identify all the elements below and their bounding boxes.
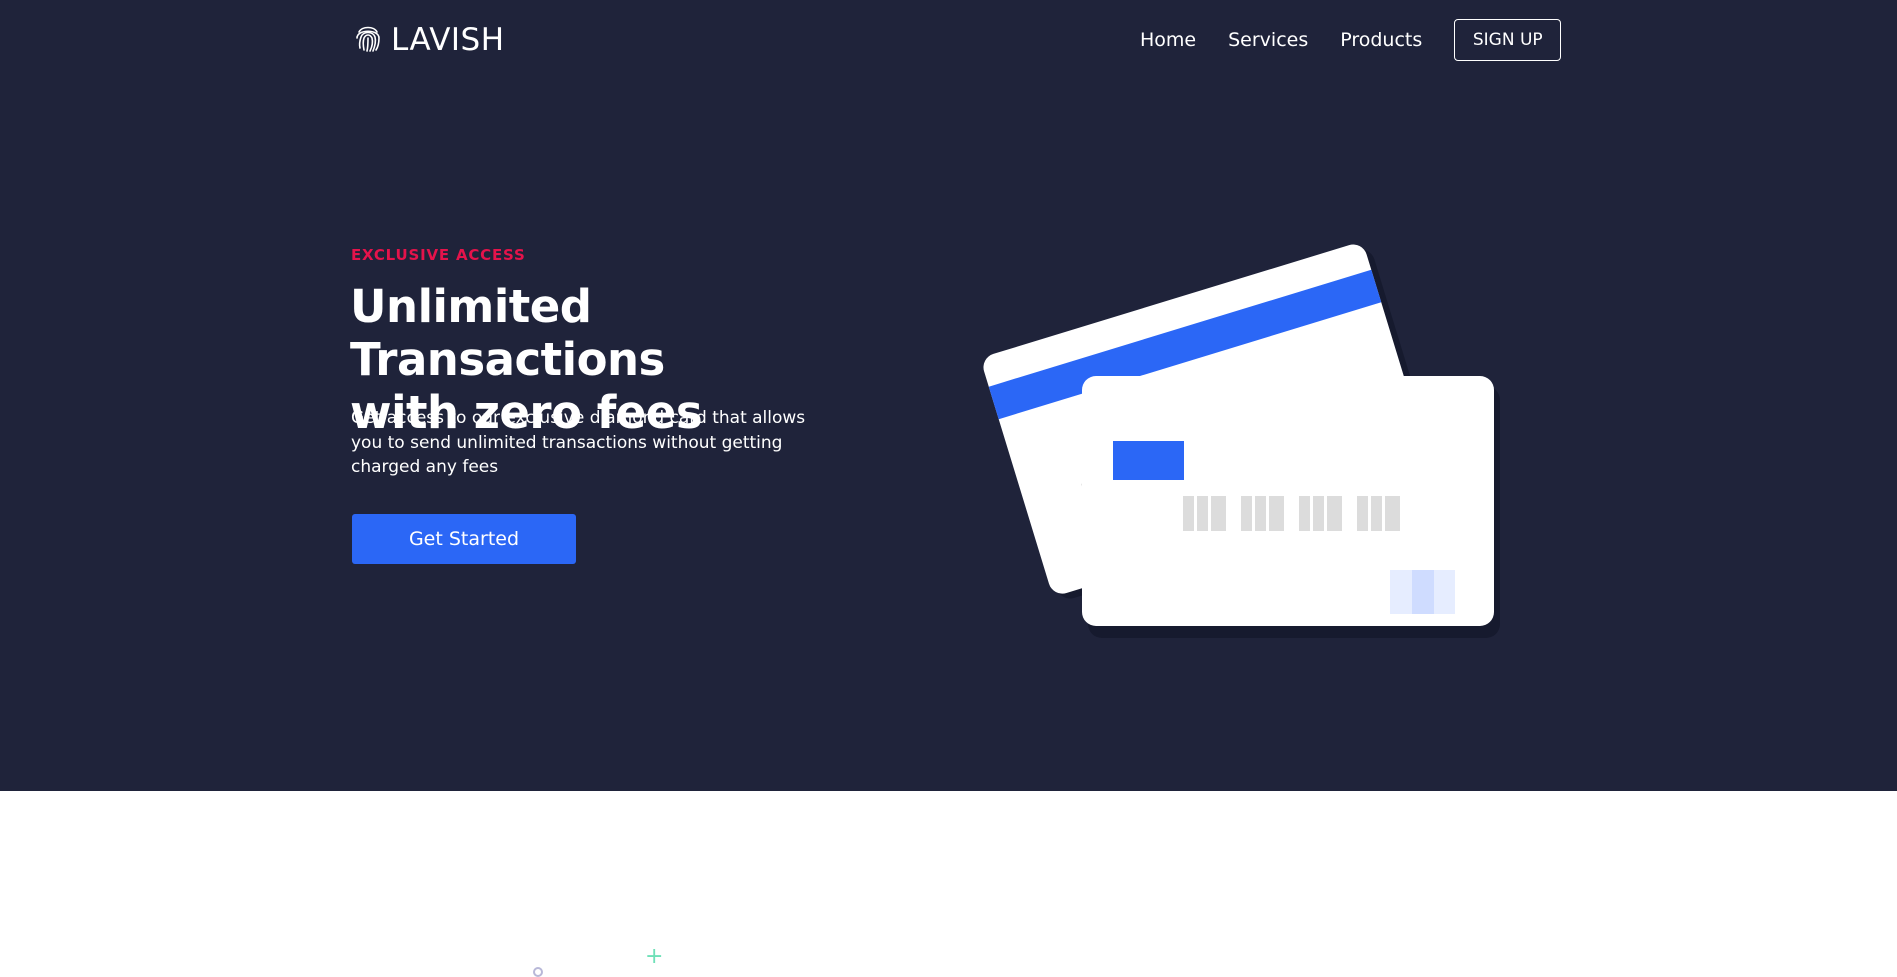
headline-line-1: Unlimited Transactions xyxy=(350,280,665,386)
fingerprint-icon xyxy=(355,23,381,58)
nav-link-services[interactable]: Services xyxy=(1228,29,1308,51)
credit-cards-illustration xyxy=(970,230,1510,640)
nav-link-home[interactable]: Home xyxy=(1140,29,1196,51)
hero-section: LAVISH Home Services Products SIGN UP EX… xyxy=(0,0,1897,791)
signup-button[interactable]: SIGN UP xyxy=(1454,19,1562,61)
hero-eyebrow: EXCLUSIVE ACCESS xyxy=(351,246,526,264)
nav-link-products[interactable]: Products xyxy=(1340,29,1422,51)
get-started-button[interactable]: Get Started xyxy=(352,514,576,564)
hero-description: Get access to our exclusive diamond card… xyxy=(351,408,806,477)
brand-name: LAVISH xyxy=(391,22,505,58)
main-nav: Home Services Products SIGN UP xyxy=(1140,19,1562,61)
plus-decoration-icon: + xyxy=(645,944,664,969)
circle-decoration-icon xyxy=(533,967,543,977)
brand-logo[interactable]: LAVISH xyxy=(355,22,505,58)
